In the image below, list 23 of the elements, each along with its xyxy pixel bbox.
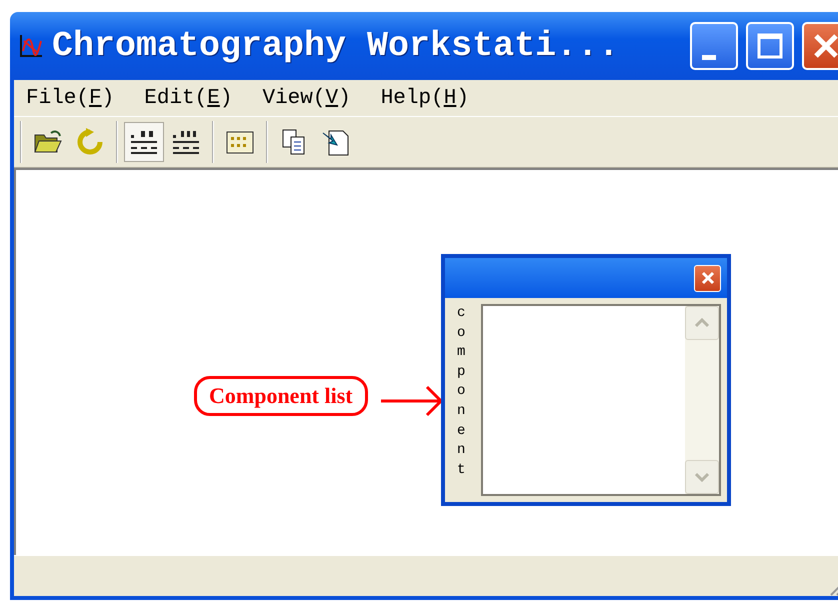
pointer-arrow <box>381 383 443 419</box>
maximize-icon <box>755 31 785 61</box>
refresh-icon <box>76 128 104 156</box>
calendar-grid-icon <box>225 129 255 155</box>
close-button[interactable] <box>802 22 838 70</box>
minimize-icon <box>702 54 716 60</box>
maximize-button[interactable] <box>746 22 794 70</box>
toolbar-button[interactable] <box>124 122 164 162</box>
close-icon <box>700 271 714 285</box>
window-title: Chromatography Workstati... <box>52 26 620 66</box>
component-list[interactable] <box>481 304 721 496</box>
menu-item[interactable]: Edit(E) <box>144 86 232 110</box>
close-button[interactable] <box>694 264 721 292</box>
list-view-icon <box>171 129 201 155</box>
side-label: component <box>456 304 466 480</box>
menu-item[interactable]: File(F) <box>26 86 114 110</box>
menu-item[interactable]: Help(H) <box>380 86 469 110</box>
chart-icon <box>18 33 44 59</box>
list-view-icon <box>129 129 159 155</box>
callout-label: Component list <box>194 376 368 416</box>
minimize-button[interactable] <box>690 22 738 70</box>
open-folder-icon <box>33 129 63 155</box>
menu-item[interactable]: View(V) <box>262 86 351 110</box>
